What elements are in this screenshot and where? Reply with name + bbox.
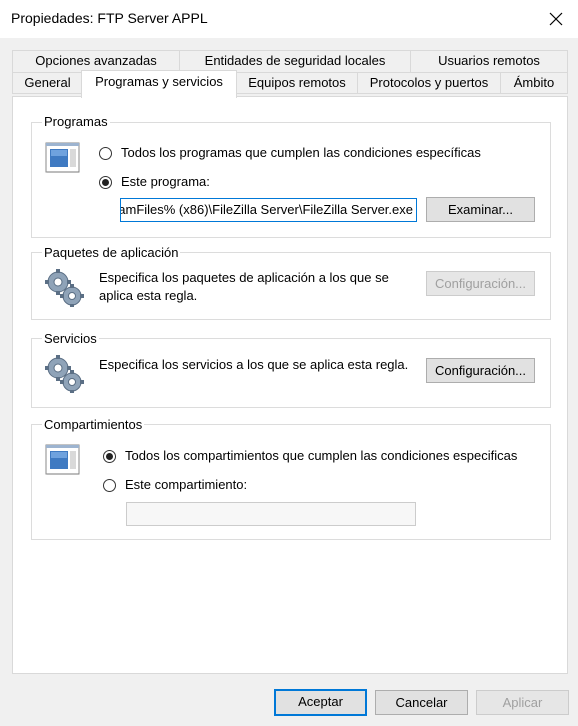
radio-este-programa[interactable]: [99, 176, 112, 189]
program-path-input[interactable]: %ProgramFiles% (x86)\FileZilla Server\Fi…: [120, 198, 417, 222]
radio-selected-dot: [102, 179, 109, 186]
tab-usuarios-remotos[interactable]: Usuarios remotos: [410, 50, 568, 73]
servicios-group-title: Servicios: [42, 331, 99, 346]
programas-group-title: Programas: [42, 114, 110, 129]
label-este-compartimiento[interactable]: Este compartimiento:: [125, 477, 247, 492]
tab-equipos-remotos[interactable]: Equipos remotos: [236, 72, 358, 94]
browse-button[interactable]: Examinar...: [426, 197, 535, 222]
paquetes-description-line2: aplica esta regla.: [99, 288, 198, 303]
compartimientos-group-title: Compartimientos: [42, 417, 145, 432]
tab-general[interactable]: General: [12, 72, 83, 94]
radio-todos-programas[interactable]: [99, 147, 112, 160]
program-path-value: %ProgramFiles% (x86)\FileZilla Server\Fi…: [121, 202, 413, 217]
label-este-programa[interactable]: Este programa:: [121, 174, 210, 189]
program-window-icon: [45, 444, 80, 475]
compartimiento-input[interactable]: [126, 502, 416, 526]
ok-button[interactable]: Aceptar: [274, 689, 367, 716]
label-todos-compartimientos[interactable]: Todos los compartimientos que cumplen la…: [125, 448, 517, 463]
properties-dialog: Propiedades: FTP Server APPL Opciones av…: [0, 0, 578, 726]
window-title: Propiedades: FTP Server APPL: [11, 10, 208, 26]
servicios-description: Especifica los servicios a los que se ap…: [99, 357, 409, 372]
close-button[interactable]: [534, 0, 578, 38]
paquetes-config-button[interactable]: Configuración...: [426, 271, 535, 296]
radio-todos-compartimientos[interactable]: [103, 450, 116, 463]
title-bar: Propiedades: FTP Server APPL: [0, 0, 578, 38]
close-icon: [549, 12, 563, 26]
radio-este-compartimiento[interactable]: [103, 479, 116, 492]
apply-button[interactable]: Aplicar: [476, 690, 569, 715]
gears-icon: [45, 269, 84, 307]
servicios-config-button[interactable]: Configuración...: [426, 358, 535, 383]
label-todos-programas[interactable]: Todos los programas que cumplen las cond…: [121, 145, 481, 160]
paquetes-group-title: Paquetes de aplicación: [42, 245, 181, 260]
tab-protocolos-puertos[interactable]: Protocolos y puertos: [357, 72, 501, 94]
tab-programas-servicios[interactable]: Programas y servicios: [81, 70, 237, 98]
tab-ambito[interactable]: Ámbito: [500, 72, 568, 94]
radio-selected-dot: [106, 453, 113, 460]
paquetes-description-line1: Especifica los paquetes de aplicación a …: [99, 270, 389, 285]
cancel-button[interactable]: Cancelar: [375, 690, 468, 715]
program-window-icon: [45, 142, 80, 173]
gears-icon: [45, 355, 84, 393]
